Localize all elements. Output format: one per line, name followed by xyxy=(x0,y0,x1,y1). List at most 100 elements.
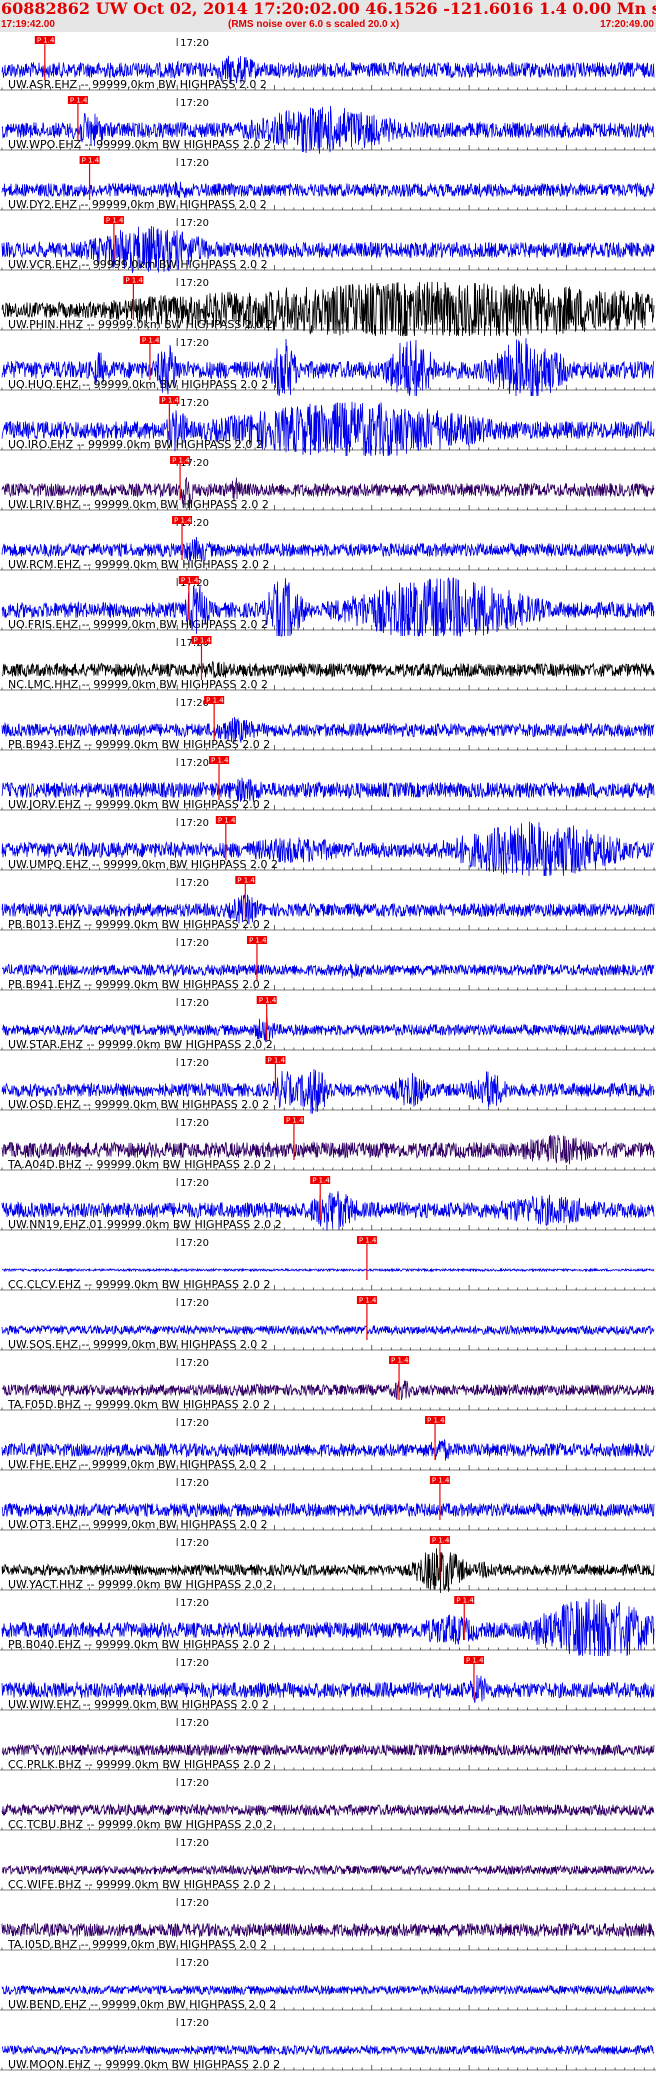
waveform xyxy=(1,1743,655,1757)
tick-label: 17:20 xyxy=(180,758,209,769)
station-label: UW.WPO.EHZ -- 99999.0km BW HIGHPASS 2.0 … xyxy=(8,138,271,151)
tick-label: 17:20 xyxy=(180,38,209,49)
pick-label: P 1.4 xyxy=(106,217,124,225)
station-label: UW.ASR.EHZ -- 99999.0km BW HIGHPASS 2.0 … xyxy=(8,78,267,91)
tick-label: 17:20 xyxy=(180,338,209,349)
trace-row: 17:20 CC.PRLK.BHZ -- 99999.0km BW HIGHPAS… xyxy=(0,1718,656,1771)
trace-row: 17:20 P 1.4 UW.VCR.EHZ -- 99999.0km BW HIG… xyxy=(0,216,656,274)
trace-row: 17:20 P 1.4 UW.WPO.EHZ -- 99999.0km BW HIG… xyxy=(0,96,656,154)
trace-row: 17:20P 1.4 UO.IRO.EHZ -- 99999.0km BW HIG… xyxy=(0,396,656,457)
pick-label: P 1.4 xyxy=(142,337,160,345)
station-label: PB.B040.EHZ -- 99999.0km BW HIGHPASS 2.0… xyxy=(8,1638,270,1651)
tick-label: 17:20 xyxy=(180,1178,209,1189)
trace-row: 17:20P 1.4UO.FRIS.EHZ -- 99999.0km BW HI… xyxy=(0,576,656,637)
trace-row: 17:20P 1.4NC.LMC.HHZ -- 99999.0km BW HIG… xyxy=(0,636,656,691)
waveform xyxy=(1,1324,655,1336)
pick-label: P 1.4 xyxy=(70,97,88,105)
station-label: UW.DY2.EHZ -- 99999.0km BW HIGHPASS 2.0 … xyxy=(8,198,267,211)
pick-label: P 1.4 xyxy=(82,157,100,165)
station-label: CC.PRLK.BHZ -- 99999.0km BW HIGHPASS 2.0… xyxy=(8,1758,271,1771)
pick-label: P 1.4 xyxy=(37,37,55,45)
trace-row: 17:20 UW.MOON.EHZ -- 99999.0km BW HIGHPAS… xyxy=(0,2018,656,2071)
pick-label: P 1.4 xyxy=(359,1237,377,1245)
tick-label: 17:20 xyxy=(180,1298,209,1309)
pick-label: P 1.4 xyxy=(432,1477,450,1485)
pick-label: P 1.4 xyxy=(432,1537,450,1545)
trace-row: 17:20 P 1.4 UW.SOS.EHZ -- 99999.0km BW HIG… xyxy=(0,1296,656,1351)
pick-label: P 1.4 xyxy=(466,1657,484,1665)
waveform xyxy=(1,1922,655,1938)
event-header: 60882862 UW Oct 02, 2014 17:20:02.00 46.… xyxy=(0,0,656,32)
trace-row: 17:20 P 1.4 CC.CLCV.EHZ -- 99999.0km BW HI… xyxy=(0,1236,656,1291)
waveform xyxy=(1,181,655,198)
station-label: UW.MOON.EHZ -- 99999.0km BW HIGHPASS 2.0… xyxy=(8,2058,280,2071)
station-label: UO.HUO.EHZ -- 99999.0km BW HIGHPASS 2.0 … xyxy=(8,378,268,391)
end-time: 17:20:49.00 xyxy=(600,19,654,30)
pick-label: P 1.4 xyxy=(181,577,199,585)
pick-label: P 1.4 xyxy=(125,277,143,285)
waveform xyxy=(1,963,655,979)
trace-row: 17:20 P 1.4 PB.B013.EHZ -- 99999.0km BW HI… xyxy=(0,876,656,931)
trace-row: 17:20 P 1.4 UW.ASR.EHZ -- 99999.0km BW HIG… xyxy=(0,36,656,91)
rms-note: (RMS noise over 6.0 s scaled 20.0 x) xyxy=(228,19,400,30)
station-label: CC.TCBU.BHZ -- 99999.0km BW HIGHPASS 2.0… xyxy=(8,1818,273,1831)
seismogram-traces: 17:20P 1.4UW.ASR.EHZ -- 99999.0km BW HIG… xyxy=(0,36,656,2071)
tick-label: 17:20 xyxy=(180,1058,209,1069)
pick-label: P 1.4 xyxy=(259,997,277,1005)
tick-label: 17:20 xyxy=(180,878,209,889)
trace-row: 17:20P 1.4UW.LRIV.BHZ -- 99999.0km BW HI… xyxy=(0,456,656,511)
pick-label: P 1.4 xyxy=(218,817,236,825)
station-label: UW.WIW.EHZ -- 99999.0km BW HIGHPASS 2.0 … xyxy=(8,1698,269,1711)
station-label: UW.YACT.HHZ -- 99999.0km BW HIGHPASS 2.0… xyxy=(8,1578,273,1591)
trace-row: 17:20 UW.BEND.EHZ -- 99999.0km BW HIGHPAS… xyxy=(0,1958,656,2011)
pick-label: P 1.4 xyxy=(456,1597,474,1605)
station-label: TA.I05D.BHZ -- 99999.0km BW HIGHPASS 2.0… xyxy=(7,1938,267,1951)
event-title: 60882862 UW Oct 02, 2014 17:20:02.00 46.… xyxy=(1,0,656,18)
waveform xyxy=(1,1502,655,1518)
station-label: CC.CLCV.EHZ -- 99999.0km BW HIGHPASS 2.0… xyxy=(8,1278,270,1291)
station-label: UW.BEND.EHZ -- 99999.0km BW HIGHPASS 2.0… xyxy=(8,1998,276,2011)
station-label: NC.LMC.HHZ -- 99999.0km BW HIGHPASS 2.0 … xyxy=(8,678,268,691)
tick-label: 17:20 xyxy=(180,1418,209,1429)
station-label: TA.A04D.BHZ -- 99999.0km BW HIGHPASS 2.0… xyxy=(7,1158,271,1171)
trace-row: 17:20 P 1.4 UW.OSD.EHZ -- 99999.0km BW HIG… xyxy=(0,1056,656,1114)
tick-label: 17:20 xyxy=(180,1358,209,1369)
waveform xyxy=(1,1803,655,1817)
station-label: UO.IRO.EHZ -- 99999.0km BW HIGHPASS 2.0 … xyxy=(8,438,263,451)
pick-label: P 1.4 xyxy=(174,517,192,525)
tick-label: 17:20 xyxy=(180,998,209,1009)
pick-label: P 1.4 xyxy=(267,1057,285,1065)
pick-label: P 1.4 xyxy=(172,457,190,465)
tick-label: 17:20 xyxy=(180,938,209,949)
trace-row: 17:20 P 1.4 PB.B040.EHZ -- 99999.0km BW HI… xyxy=(0,1596,656,1657)
tick-label: 17:20 xyxy=(180,1658,209,1669)
pick-label: P 1.4 xyxy=(211,757,229,765)
pick-label: P 1.4 xyxy=(359,1297,377,1305)
pick-label: P 1.4 xyxy=(427,1417,445,1425)
station-label: UW.VCR.EHZ -- 99999.0km BW HIGHPASS 2.0 … xyxy=(8,258,268,271)
pick-label: P 1.4 xyxy=(206,697,224,705)
trace-row: 17:20P 1.4PB.B943.EHZ -- 99999.0km BW HI… xyxy=(0,696,656,751)
trace-row: 17:20 P 1.4 UW.PHIN.HHZ -- 99999.0km BW HI… xyxy=(0,276,656,337)
tick-label: 17:20 xyxy=(180,158,209,169)
trace-row: 17:20 P 1.4 UW.DY2.EHZ -- 99999.0km BW HIG… xyxy=(0,156,656,211)
waveform xyxy=(2,1267,655,1273)
trace-row: 17:20 P 1.4 UW.YACT.HHZ -- 99999.0km BW HI… xyxy=(0,1536,656,1594)
tick-label: 17:20 xyxy=(180,398,209,409)
tick-label: 17:20 xyxy=(180,1598,209,1609)
station-label: UW.STAR.EHZ -- 99999.0km BW HIGHPASS 2.0… xyxy=(8,1038,273,1051)
trace-row: 17:20 TA.I05D.BHZ -- 99999.0km BW HIGHPAS… xyxy=(0,1898,656,1951)
seismogram-viewer: 60882862 UW Oct 02, 2014 17:20:02.00 46.… xyxy=(0,0,656,2078)
pick-label: P 1.4 xyxy=(286,1117,304,1125)
trace-row: 17:20 P 1.4 UO.HUO.EHZ -- 99999.0km BW HIG… xyxy=(0,336,656,397)
tick-label: 17:20 xyxy=(180,278,209,289)
station-label: UW.FHE.EHZ -- 99999.0km BW HIGHPASS 2.0 … xyxy=(8,1458,267,1471)
pick-label: P 1.4 xyxy=(161,397,179,405)
station-label: UW.JORV.EHZ -- 99999.0km BW HIGHPASS 2.0… xyxy=(8,798,270,811)
trace-row: 17:20 P 1.4 UW.UMPQ.EHZ -- 99999.0km BW HI… xyxy=(0,816,656,877)
waveform xyxy=(1,661,655,678)
station-label: UW.NN19.EHZ.01.99999.0km BW HIGHPASS 2.0… xyxy=(8,1218,282,1231)
trace-row: 17:20 CC.WIFE.BHZ -- 99999.0km BW HIGHPAS… xyxy=(0,1838,656,1891)
pick-label: P 1.4 xyxy=(237,877,255,885)
station-label: PB.B943.EHZ -- 99999.0km BW HIGHPASS 2.0… xyxy=(8,738,270,751)
